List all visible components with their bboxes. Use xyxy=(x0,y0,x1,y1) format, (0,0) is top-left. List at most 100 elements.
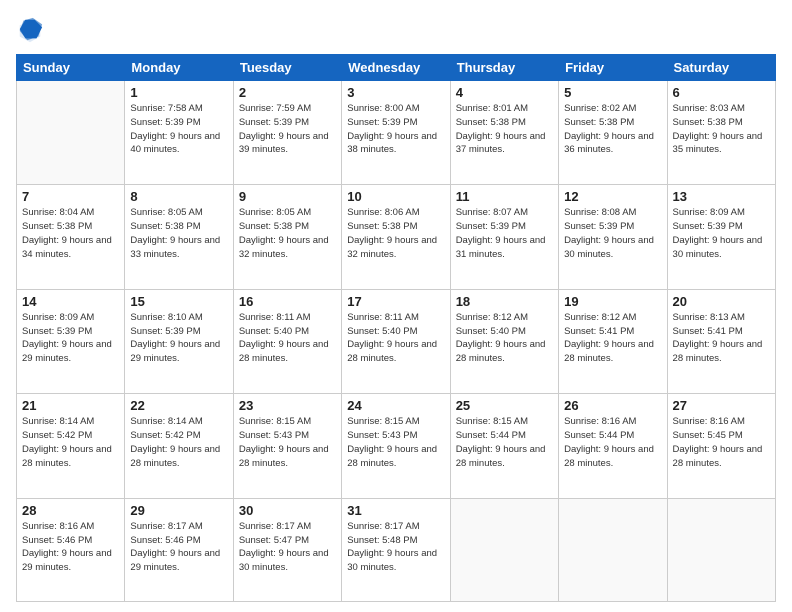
calendar-table: SundayMondayTuesdayWednesdayThursdayFrid… xyxy=(16,54,776,602)
day-number: 12 xyxy=(564,189,661,204)
day-number: 11 xyxy=(456,189,553,204)
day-info: Sunrise: 8:17 AMSunset: 5:46 PMDaylight:… xyxy=(130,520,227,575)
calendar-cell xyxy=(450,498,558,601)
calendar-cell: 2 Sunrise: 7:59 AMSunset: 5:39 PMDaylight… xyxy=(233,81,341,185)
day-info: Sunrise: 8:01 AMSunset: 5:38 PMDaylight:… xyxy=(456,102,553,157)
day-number: 17 xyxy=(347,294,444,309)
calendar-header-tuesday: Tuesday xyxy=(233,55,341,81)
day-info: Sunrise: 8:14 AMSunset: 5:42 PMDaylight:… xyxy=(130,415,227,470)
day-info: Sunrise: 8:16 AMSunset: 5:45 PMDaylight:… xyxy=(673,415,770,470)
day-info: Sunrise: 8:11 AMSunset: 5:40 PMDaylight:… xyxy=(347,311,444,366)
calendar-header-sunday: Sunday xyxy=(17,55,125,81)
calendar-header-thursday: Thursday xyxy=(450,55,558,81)
calendar-cell: 17 Sunrise: 8:11 AMSunset: 5:40 PMDayligh… xyxy=(342,289,450,393)
day-info: Sunrise: 7:58 AMSunset: 5:39 PMDaylight:… xyxy=(130,102,227,157)
day-number: 24 xyxy=(347,398,444,413)
day-info: Sunrise: 8:10 AMSunset: 5:39 PMDaylight:… xyxy=(130,311,227,366)
day-number: 3 xyxy=(347,85,444,100)
day-info: Sunrise: 8:16 AMSunset: 5:46 PMDaylight:… xyxy=(22,520,119,575)
calendar-cell: 19 Sunrise: 8:12 AMSunset: 5:41 PMDayligh… xyxy=(559,289,667,393)
day-info: Sunrise: 8:05 AMSunset: 5:38 PMDaylight:… xyxy=(239,206,336,261)
calendar-cell: 10 Sunrise: 8:06 AMSunset: 5:38 PMDayligh… xyxy=(342,185,450,289)
calendar-cell: 21 Sunrise: 8:14 AMSunset: 5:42 PMDayligh… xyxy=(17,394,125,498)
day-info: Sunrise: 8:15 AMSunset: 5:43 PMDaylight:… xyxy=(239,415,336,470)
calendar-header-row: SundayMondayTuesdayWednesdayThursdayFrid… xyxy=(17,55,776,81)
calendar-week-2: 14 Sunrise: 8:09 AMSunset: 5:39 PMDayligh… xyxy=(17,289,776,393)
calendar-cell: 3Sunrise: 8:00 AMSunset: 5:39 PMDaylight… xyxy=(342,81,450,185)
calendar-cell: 14 Sunrise: 8:09 AMSunset: 5:39 PMDayligh… xyxy=(17,289,125,393)
calendar-cell: 18 Sunrise: 8:12 AMSunset: 5:40 PMDayligh… xyxy=(450,289,558,393)
day-info: Sunrise: 8:13 AMSunset: 5:41 PMDaylight:… xyxy=(673,311,770,366)
day-number: 15 xyxy=(130,294,227,309)
day-number: 20 xyxy=(673,294,770,309)
day-info: Sunrise: 8:02 AMSunset: 5:38 PMDaylight:… xyxy=(564,102,661,157)
day-number: 25 xyxy=(456,398,553,413)
calendar-cell: 20 Sunrise: 8:13 AMSunset: 5:41 PMDayligh… xyxy=(667,289,775,393)
day-info: Sunrise: 8:06 AMSunset: 5:38 PMDaylight:… xyxy=(347,206,444,261)
calendar-week-4: 28Sunrise: 8:16 AMSunset: 5:46 PMDayligh… xyxy=(17,498,776,601)
day-number: 26 xyxy=(564,398,661,413)
calendar-cell: 27Sunrise: 8:16 AMSunset: 5:45 PMDayligh… xyxy=(667,394,775,498)
day-info: Sunrise: 8:15 AMSunset: 5:43 PMDaylight:… xyxy=(347,415,444,470)
calendar-cell xyxy=(17,81,125,185)
day-number: 10 xyxy=(347,189,444,204)
calendar-cell: 6 Sunrise: 8:03 AMSunset: 5:38 PMDaylight… xyxy=(667,81,775,185)
calendar-cell xyxy=(559,498,667,601)
day-number: 18 xyxy=(456,294,553,309)
calendar-cell: 22 Sunrise: 8:14 AMSunset: 5:42 PMDayligh… xyxy=(125,394,233,498)
day-info: Sunrise: 8:11 AMSunset: 5:40 PMDaylight:… xyxy=(239,311,336,366)
day-number: 19 xyxy=(564,294,661,309)
calendar-cell: 1 Sunrise: 7:58 AMSunset: 5:39 PMDaylight… xyxy=(125,81,233,185)
header xyxy=(16,16,776,44)
page: SundayMondayTuesdayWednesdayThursdayFrid… xyxy=(0,0,792,612)
day-info: Sunrise: 8:09 AMSunset: 5:39 PMDaylight:… xyxy=(22,311,119,366)
day-info: Sunrise: 8:12 AMSunset: 5:40 PMDaylight:… xyxy=(456,311,553,366)
calendar-week-0: 1 Sunrise: 7:58 AMSunset: 5:39 PMDaylight… xyxy=(17,81,776,185)
calendar-cell: 7 Sunrise: 8:04 AMSunset: 5:38 PMDaylight… xyxy=(17,185,125,289)
calendar-cell: 24 Sunrise: 8:15 AMSunset: 5:43 PMDayligh… xyxy=(342,394,450,498)
calendar-cell: 28Sunrise: 8:16 AMSunset: 5:46 PMDayligh… xyxy=(17,498,125,601)
day-number: 13 xyxy=(673,189,770,204)
calendar-cell: 8 Sunrise: 8:05 AMSunset: 5:38 PMDaylight… xyxy=(125,185,233,289)
day-number: 29 xyxy=(130,503,227,518)
day-info: Sunrise: 8:15 AMSunset: 5:44 PMDaylight:… xyxy=(456,415,553,470)
day-number: 1 xyxy=(130,85,227,100)
calendar-cell: 5Sunrise: 8:02 AMSunset: 5:38 PMDaylight… xyxy=(559,81,667,185)
day-number: 8 xyxy=(130,189,227,204)
calendar-header-monday: Monday xyxy=(125,55,233,81)
day-number: 22 xyxy=(130,398,227,413)
day-number: 30 xyxy=(239,503,336,518)
calendar-cell: 9 Sunrise: 8:05 AMSunset: 5:38 PMDaylight… xyxy=(233,185,341,289)
day-number: 14 xyxy=(22,294,119,309)
day-info: Sunrise: 8:04 AMSunset: 5:38 PMDaylight:… xyxy=(22,206,119,261)
day-info: Sunrise: 8:05 AMSunset: 5:38 PMDaylight:… xyxy=(130,206,227,261)
day-number: 16 xyxy=(239,294,336,309)
logo-icon xyxy=(16,16,44,44)
calendar-header-friday: Friday xyxy=(559,55,667,81)
day-number: 31 xyxy=(347,503,444,518)
day-info: Sunrise: 8:14 AMSunset: 5:42 PMDaylight:… xyxy=(22,415,119,470)
calendar-week-1: 7 Sunrise: 8:04 AMSunset: 5:38 PMDaylight… xyxy=(17,185,776,289)
calendar-cell: 29 Sunrise: 8:17 AMSunset: 5:46 PMDayligh… xyxy=(125,498,233,601)
day-number: 4 xyxy=(456,85,553,100)
day-number: 2 xyxy=(239,85,336,100)
day-number: 9 xyxy=(239,189,336,204)
day-info: Sunrise: 7:59 AMSunset: 5:39 PMDaylight:… xyxy=(239,102,336,157)
calendar-cell: 13Sunrise: 8:09 AMSunset: 5:39 PMDayligh… xyxy=(667,185,775,289)
day-info: Sunrise: 8:07 AMSunset: 5:39 PMDaylight:… xyxy=(456,206,553,261)
day-info: Sunrise: 8:12 AMSunset: 5:41 PMDaylight:… xyxy=(564,311,661,366)
calendar-cell: 23Sunrise: 8:15 AMSunset: 5:43 PMDayligh… xyxy=(233,394,341,498)
calendar-cell: 25 Sunrise: 8:15 AMSunset: 5:44 PMDayligh… xyxy=(450,394,558,498)
day-info: Sunrise: 8:03 AMSunset: 5:38 PMDaylight:… xyxy=(673,102,770,157)
day-number: 21 xyxy=(22,398,119,413)
calendar-cell: 26 Sunrise: 8:16 AMSunset: 5:44 PMDayligh… xyxy=(559,394,667,498)
calendar-cell: 31 Sunrise: 8:17 AMSunset: 5:48 PMDayligh… xyxy=(342,498,450,601)
day-info: Sunrise: 8:16 AMSunset: 5:44 PMDaylight:… xyxy=(564,415,661,470)
calendar-header-saturday: Saturday xyxy=(667,55,775,81)
calendar-cell xyxy=(667,498,775,601)
day-info: Sunrise: 8:17 AMSunset: 5:48 PMDaylight:… xyxy=(347,520,444,575)
calendar-header-wednesday: Wednesday xyxy=(342,55,450,81)
day-number: 7 xyxy=(22,189,119,204)
calendar-cell: 30Sunrise: 8:17 AMSunset: 5:47 PMDayligh… xyxy=(233,498,341,601)
day-number: 6 xyxy=(673,85,770,100)
